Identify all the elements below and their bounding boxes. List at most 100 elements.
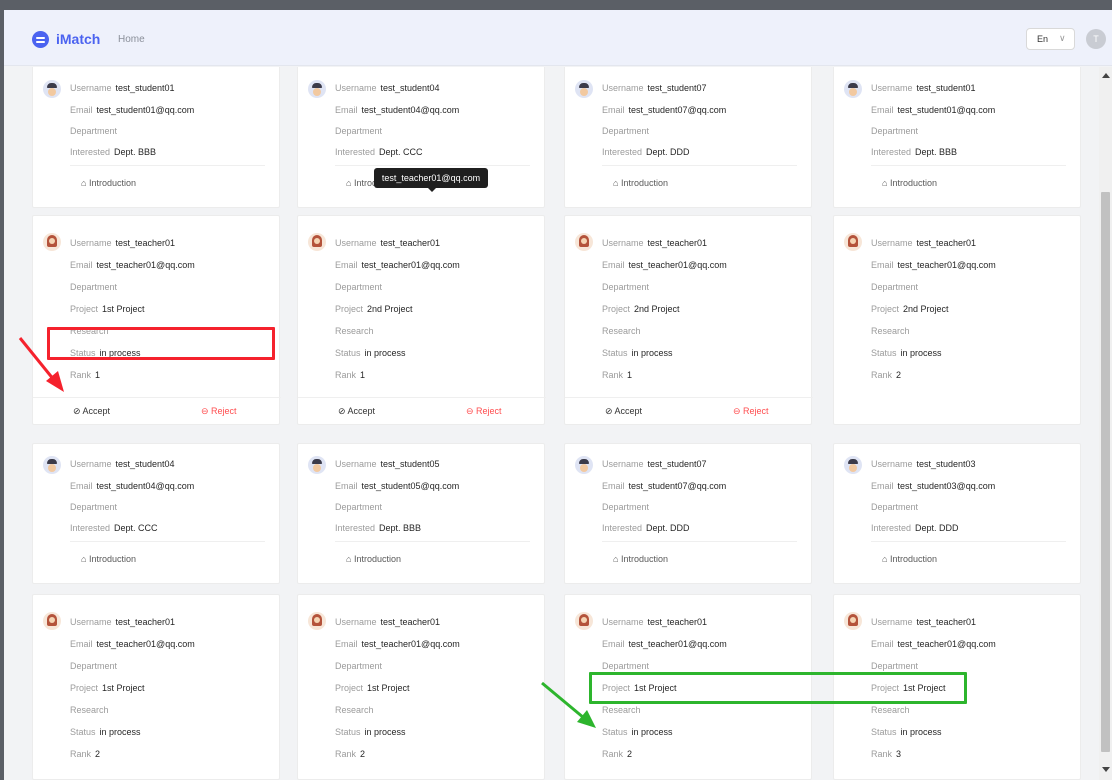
email-row-value: test_teacher01@qq.com	[628, 639, 727, 649]
interested-row: Interested Dept. BBB	[70, 147, 156, 157]
scrollbar-thumb[interactable]	[1101, 192, 1110, 752]
rank-row-value: 1	[627, 370, 633, 380]
project-row-value: 1st Project	[367, 683, 410, 693]
project-row-label: Project	[335, 683, 364, 693]
status-row: Status in process	[871, 348, 942, 358]
interested-row-value: Dept. DDD	[915, 523, 959, 533]
department-row-label: Department	[602, 502, 650, 512]
scroll-up-arrow-icon[interactable]	[1102, 73, 1110, 78]
reject-button[interactable]: ⊖ Reject	[466, 406, 502, 417]
status-row: Status in process	[871, 727, 942, 737]
accept-label: Accept	[82, 406, 111, 416]
project-row-value: 2nd Project	[634, 304, 680, 314]
department-row: Department	[602, 502, 653, 512]
accept-button[interactable]: ⊘ Accept	[338, 406, 375, 417]
introduction-label: Introduction	[88, 554, 136, 564]
email-row-value: test_teacher01@qq.com	[628, 260, 727, 270]
student-avatar	[844, 456, 862, 474]
student-avatar	[575, 80, 593, 98]
rank-row-value: 1	[95, 370, 101, 380]
department-row-label: Department	[70, 282, 118, 292]
student-card: Username test_student04 Email test_student0…	[32, 443, 280, 584]
introduction-button[interactable]: ⌂ Introduction	[346, 554, 401, 564]
department-row-label: Department	[70, 661, 118, 671]
status-row: Status in process	[335, 348, 406, 358]
student-card: Username test_student07 Email test_student0…	[564, 443, 812, 584]
actions-divider	[33, 397, 281, 398]
department-row-label: Department	[335, 126, 383, 136]
email-row-value: test_student07@qq.com	[628, 105, 727, 115]
user-avatar[interactable]: T	[1086, 29, 1106, 49]
email-row-label: Email	[871, 105, 894, 115]
email-row-value: test_student04@qq.com	[361, 105, 460, 115]
breadcrumb-home[interactable]: Home	[118, 34, 145, 45]
rank-row: Rank 3	[871, 749, 901, 759]
username-row-value: test_student04	[380, 83, 440, 93]
language-select[interactable]: En ∨	[1026, 28, 1075, 50]
interested-row: Interested Dept. DDD	[871, 523, 959, 533]
reject-button[interactable]: ⊖ Reject	[733, 406, 769, 417]
research-row-label: Research	[871, 705, 910, 715]
department-row-label: Department	[335, 282, 383, 292]
email-row-value: test_student04@qq.com	[96, 481, 195, 491]
introduction-button[interactable]: ⌂ Introduction	[882, 178, 937, 188]
reject-label: Reject	[211, 406, 237, 416]
email-row-label: Email	[335, 260, 358, 270]
username-row-label: Username	[871, 238, 913, 248]
email-row-label: Email	[70, 639, 93, 649]
username-row-value: test_teacher01	[115, 617, 176, 627]
status-row: Status in process	[335, 727, 406, 737]
card-divider	[602, 165, 797, 166]
student-card: Username test_student07 Email test_student0…	[564, 67, 812, 208]
project-row-value: 2nd Project	[367, 304, 413, 314]
accept-label: Accept	[614, 406, 643, 416]
card-divider	[602, 541, 797, 542]
introduction-button[interactable]: ⌂ Introduction	[81, 178, 136, 188]
teacher-avatar	[43, 233, 61, 251]
department-row-label: Department	[335, 502, 383, 512]
username-row-label: Username	[602, 238, 644, 248]
introduction-label: Introduction	[889, 178, 937, 188]
brand-name[interactable]: iMatch	[56, 31, 100, 47]
user-icon: ⌂	[81, 554, 89, 564]
email-row-value: test_student01@qq.com	[897, 105, 996, 115]
actions-divider	[298, 397, 546, 398]
vertical-scrollbar[interactable]	[1099, 67, 1112, 780]
project-row-value: 1st Project	[102, 683, 145, 693]
username-row-label: Username	[335, 83, 377, 93]
introduction-button[interactable]: ⌂ Introduction	[613, 178, 668, 188]
minus-circle-icon: ⊖	[466, 406, 477, 416]
username-row-label: Username	[602, 459, 644, 469]
introduction-label: Introduction	[620, 178, 668, 188]
introduction-button[interactable]: ⌂ Introduction	[81, 554, 136, 564]
status-row-value: in process	[900, 348, 942, 358]
introduction-button[interactable]: ⌂ Introduction	[882, 554, 937, 564]
accept-button[interactable]: ⊘ Accept	[605, 406, 642, 417]
reject-button[interactable]: ⊖ Reject	[201, 406, 237, 417]
status-row: Status in process	[70, 727, 141, 737]
accept-button[interactable]: ⊘ Accept	[73, 406, 110, 417]
department-row: Department	[602, 126, 653, 136]
card-divider	[871, 165, 1066, 166]
status-row-label: Status	[602, 727, 628, 737]
username-row: Username test_student04	[70, 459, 175, 469]
department-row-label: Department	[871, 661, 919, 671]
interested-row-value: Dept. BBB	[915, 147, 958, 157]
imatch-logo-icon[interactable]	[32, 31, 49, 48]
introduction-button[interactable]: ⌂ Introduction	[613, 554, 668, 564]
interested-row: Interested Dept. BBB	[871, 147, 957, 157]
student-avatar	[308, 456, 326, 474]
username-row-label: Username	[335, 617, 377, 627]
username-row-label: Username	[602, 617, 644, 627]
department-row-label: Department	[602, 282, 650, 292]
email-row: Email test_teacher01@qq.com	[871, 639, 996, 649]
email-row-label: Email	[602, 105, 625, 115]
project-row-label: Project	[871, 304, 900, 314]
email-row-label: Email	[335, 639, 358, 649]
rank-row: Rank 1	[70, 370, 100, 380]
project-row: Project 1st Project	[70, 304, 145, 314]
email-row-value: test_teacher01@qq.com	[96, 639, 195, 649]
scroll-down-arrow-icon[interactable]	[1102, 767, 1110, 772]
project-row-label: Project	[70, 304, 99, 314]
teacher-avatar	[308, 612, 326, 630]
